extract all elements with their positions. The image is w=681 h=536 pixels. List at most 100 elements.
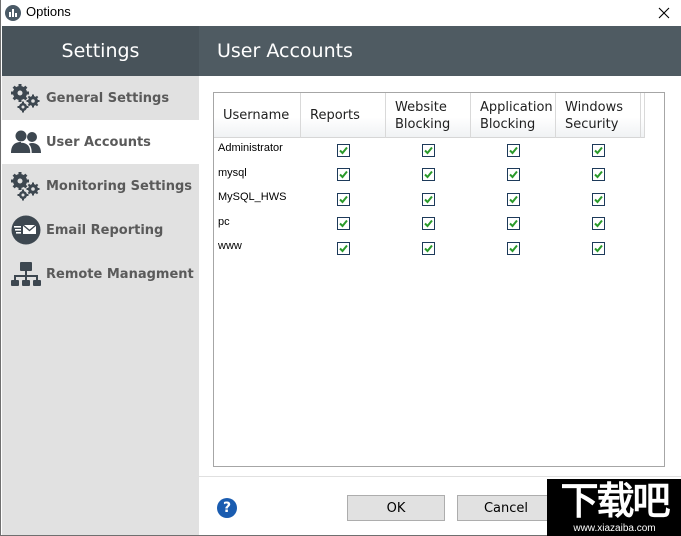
application-blocking-cell [471,217,556,231]
table-row[interactable]: MySQL_HWS [214,187,645,212]
checkmark-icon [424,171,433,179]
application-blocking-checkbox[interactable] [507,192,520,206]
windows-security-cell [556,143,641,157]
checkmark-icon [424,146,433,155]
windows-security-checkbox[interactable] [592,143,605,157]
network-icon [10,259,42,289]
column-header-label: Windows Security [565,99,624,132]
sidebar: Settings General Settings User Accounts … [2,26,199,535]
sidebar-item-monitoring-settings[interactable]: Monitoring Settings [2,164,199,208]
table-row[interactable]: mysql [214,163,645,188]
website-blocking-checkbox[interactable] [422,143,435,157]
watermark-logo-text: 下载吧 [560,479,670,523]
sidebar-item-email-reporting[interactable]: Email Reporting [2,208,199,252]
application-blocking-checkbox[interactable] [507,168,520,182]
windows-security-checkbox[interactable] [592,217,605,231]
reports-cell [301,143,386,157]
help-icon[interactable]: ? [217,498,237,518]
website-blocking-cell [386,192,471,206]
column-header-filler [641,93,645,138]
checkmark-icon [424,220,433,228]
website-blocking-checkbox[interactable] [422,192,435,206]
checkmark-icon [339,195,348,204]
website-blocking-checkbox[interactable] [422,217,435,231]
column-header-label: Application Blocking [480,99,553,132]
column-header-username[interactable]: Username [214,93,301,138]
reports-cell [301,217,386,231]
column-header-label: Website Blocking [395,99,451,132]
windows-security-cell [556,192,641,206]
table-header: Username Reports Website Blocking Applic… [214,93,645,138]
column-header-application-blocking[interactable]: Application Blocking [471,93,556,138]
reports-checkbox[interactable] [337,143,350,157]
sidebar-title: Settings [2,26,199,76]
cancel-button[interactable]: Cancel [457,495,555,521]
table-row[interactable]: pc [214,212,645,237]
checkmark-icon [509,220,518,228]
sidebar-item-label: Monitoring Settings [46,178,193,194]
username-cell: pc [218,215,230,228]
application-blocking-cell [471,192,556,206]
table-body: Administrator mysql MySQL_HWSpc www [214,138,645,261]
windows-security-checkbox[interactable] [592,168,605,182]
website-blocking-checkbox[interactable] [422,168,435,182]
username-cell: Administrator [218,142,283,155]
username-cell: www [218,240,242,253]
checkmark-icon [339,171,348,179]
checkmark-icon [594,220,603,228]
username-cell: mysql [218,166,247,179]
close-icon [658,7,670,19]
checkmark-icon [594,195,603,204]
website-blocking-cell [386,241,471,255]
sidebar-item-remote-managment[interactable]: Remote Managment [2,252,199,296]
checkmark-icon [594,171,603,179]
ok-button[interactable]: OK [347,495,445,521]
checkmark-icon [509,195,518,204]
windows-security-cell [556,168,641,182]
title-bar: Options [1,0,681,26]
application-blocking-checkbox[interactable] [507,241,520,255]
window-title: Options [26,4,71,19]
user-accounts-table: Username Reports Website Blocking Applic… [213,92,665,467]
reports-checkbox[interactable] [337,192,350,206]
website-blocking-cell [386,168,471,182]
checkmark-icon [509,146,518,155]
website-blocking-checkbox[interactable] [422,241,435,255]
options-dialog: Options Settings General Settings User A… [0,0,681,536]
column-header-label: Username [223,108,290,123]
table-row[interactable]: Administrator [214,138,645,163]
reports-checkbox[interactable] [337,217,350,231]
windows-security-cell [556,241,641,255]
column-header-website-blocking[interactable]: Website Blocking [386,93,471,138]
close-button[interactable] [646,0,681,26]
sidebar-item-general-settings[interactable]: General Settings [2,76,199,120]
email-icon [10,215,42,245]
table-row[interactable]: www [214,236,645,261]
reports-cell [301,168,386,182]
column-header-reports[interactable]: Reports [301,93,386,138]
checkmark-icon [424,195,433,204]
windows-security-checkbox[interactable] [592,192,605,206]
windows-security-cell [556,217,641,231]
sidebar-item-label: Email Reporting [46,222,164,238]
gears-icon [10,83,42,113]
sidebar-item-label: User Accounts [46,134,151,150]
reports-checkbox[interactable] [337,241,350,255]
reports-checkbox[interactable] [337,168,350,182]
checkmark-icon [594,146,603,155]
windows-security-checkbox[interactable] [592,241,605,255]
checkmark-icon [509,171,518,179]
checkmark-icon [339,146,348,155]
sidebar-item-user-accounts[interactable]: User Accounts [2,120,199,164]
checkmark-icon [594,244,603,253]
checkmark-icon [509,244,518,253]
checkmark-icon [339,244,348,253]
application-blocking-checkbox[interactable] [507,217,520,231]
users-icon [10,127,42,157]
checkmark-icon [424,244,433,253]
watermark: 下载吧 www.xiazaiba.com [547,479,681,536]
gears-icon [10,171,42,201]
application-blocking-checkbox[interactable] [507,143,520,157]
column-header-windows-security[interactable]: Windows Security [556,93,641,138]
website-blocking-cell [386,143,471,157]
